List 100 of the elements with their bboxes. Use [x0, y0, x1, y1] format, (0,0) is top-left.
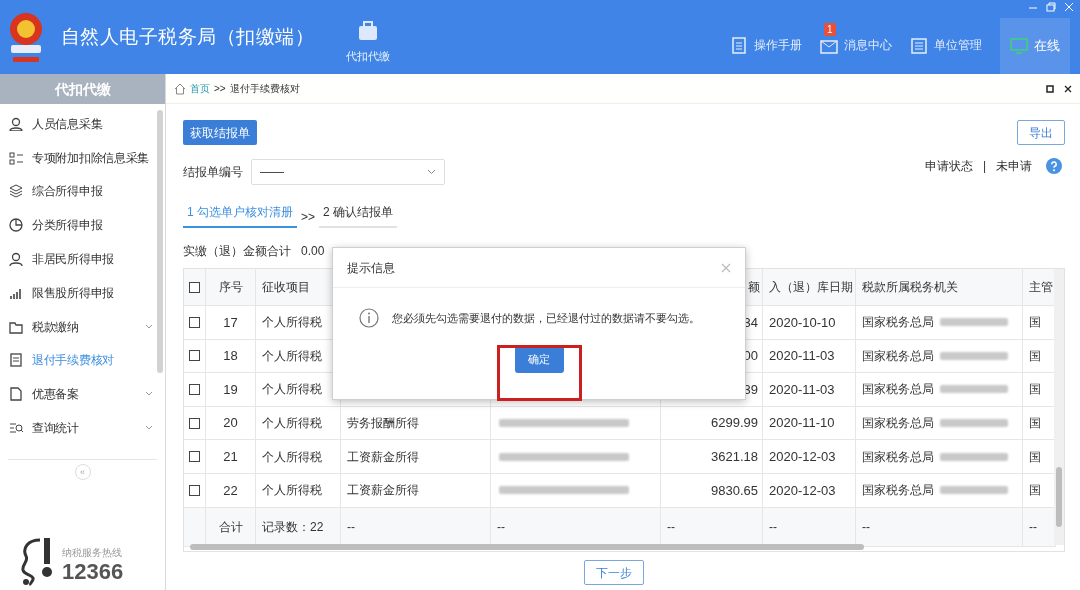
checkbox[interactable]	[189, 484, 200, 496]
table-cell: 9830.65	[661, 473, 763, 508]
table-cell-text: 国家税务总局	[862, 482, 934, 500]
table-cell-text: 国家税务总局	[862, 381, 934, 399]
column-header: 税款所属税务机关	[856, 269, 1023, 306]
table-cell: 2020-12-03	[763, 473, 856, 508]
breadcrumb-current: 退付手续费核对	[229, 82, 300, 96]
step-tab[interactable]: 1 勾选单户核对清册	[183, 203, 297, 228]
person-icon	[9, 116, 23, 131]
status-value: 未申请	[996, 158, 1032, 175]
sidebar-header: 代扣代缴	[0, 74, 165, 104]
table-cell: 2020-12-03	[763, 440, 856, 474]
checkbox[interactable]	[189, 384, 200, 395]
table-cell: --	[661, 507, 763, 547]
table-cell: 21	[206, 440, 256, 474]
restore-icon[interactable]	[1046, 2, 1056, 12]
table-cell: 劳务报酬所得	[341, 406, 491, 441]
column-header: 主管	[1023, 269, 1056, 306]
chevron-icon	[427, 169, 436, 175]
search-list-icon	[9, 421, 23, 436]
blurred-text	[940, 452, 1008, 461]
hotline-caption: 纳税服务热线	[62, 545, 123, 560]
table-cell: 20	[206, 406, 256, 441]
table-cell-text: 国家税务总局	[862, 314, 934, 332]
maximize-icon[interactable]	[1046, 84, 1054, 93]
notification-badge: 1	[824, 23, 836, 36]
sidebar-item[interactable]: 人员信息采集	[0, 107, 157, 141]
document-icon	[9, 353, 23, 368]
table-cell: 6299.99	[661, 406, 763, 441]
table-cell: 工资薪金所得	[341, 473, 491, 508]
table-cell: 2020-11-03	[763, 339, 856, 374]
home-link[interactable]: 首页	[190, 81, 210, 96]
pie-chart-icon	[9, 218, 23, 233]
blurred-text	[940, 351, 1008, 360]
header-link[interactable]: 操作手册	[730, 36, 802, 54]
table-cell: 2020-10-10	[763, 306, 856, 340]
table-cell: 2020-11-03	[763, 373, 856, 407]
checkbox[interactable]	[189, 451, 200, 463]
home-icon	[174, 82, 186, 95]
hotline-number: 12366	[62, 559, 124, 584]
table-cell: 工资薪金所得	[341, 440, 491, 474]
table-cell: 2020-11-10	[763, 406, 856, 441]
info-icon	[359, 308, 379, 328]
checkbox[interactable]	[189, 316, 200, 328]
table-cell: 3621.18	[661, 440, 763, 474]
table-cell: --	[341, 507, 491, 547]
sidebar-item[interactable]: 专项附加扣除信息采集	[0, 140, 157, 175]
table-cell-text: 国家税务总局	[862, 448, 934, 466]
table-cell: 个人所得税	[256, 440, 341, 474]
report-number-select[interactable]: ——	[251, 159, 445, 185]
list-icon	[9, 150, 23, 165]
table-cell: 18	[206, 339, 256, 374]
document-icon	[9, 387, 23, 402]
sidebar-item[interactable]: 限售股所得申报	[0, 276, 157, 310]
checkbox[interactable]	[189, 350, 200, 362]
checkbox[interactable]	[189, 417, 200, 429]
close-icon[interactable]	[1064, 84, 1072, 93]
blurred-text	[940, 486, 1008, 495]
sidebar-item[interactable]: 综合所得申报	[0, 174, 157, 209]
breadcrumb-separator: >>	[214, 82, 226, 96]
monitor-icon	[1010, 38, 1028, 54]
folder-icon	[9, 319, 23, 334]
horizontal-scrollbar[interactable]	[190, 544, 864, 550]
scrollbar[interactable]	[157, 110, 163, 373]
manual-icon	[730, 36, 748, 54]
table-cell-text: 国家税务总局	[862, 347, 934, 365]
sidebar-item[interactable]: 优惠备案	[0, 377, 157, 412]
sidebar-item[interactable]: 查询统计	[0, 411, 157, 445]
table-cell: --	[491, 507, 661, 547]
export-button[interactable]: 导出	[1017, 120, 1065, 145]
confirm-button[interactable]: 确定	[514, 346, 564, 373]
vertical-scrollbar[interactable]	[1056, 467, 1062, 527]
status-separator: |	[982, 158, 986, 175]
table-cell-text: 国家税务总局	[862, 415, 934, 433]
table-cell: 合计	[206, 507, 256, 547]
blurred-text	[940, 318, 1008, 327]
sidebar-item[interactable]: 非居民所得申报	[0, 242, 157, 276]
step-separator: >>	[301, 209, 316, 226]
total-label: 实缴（退）金额合计	[183, 243, 291, 260]
list-icon	[910, 36, 928, 54]
next-button[interactable]: 下一步	[584, 560, 644, 585]
sidebar-item[interactable]: 分类所得申报	[0, 208, 157, 243]
step-tab[interactable]: 2 确认结报单	[319, 203, 398, 228]
header-link[interactable]: 消息中心	[820, 36, 892, 54]
checkbox[interactable]	[189, 281, 200, 293]
fetch-button[interactable]: 获取结报单	[183, 120, 257, 145]
person-icon	[9, 252, 23, 267]
table-cell: 记录数：22	[256, 507, 341, 547]
table-cell: 17	[206, 306, 256, 340]
blurred-text	[940, 419, 1008, 428]
sidebar-item[interactable]: 税款缴纳	[0, 309, 157, 344]
table-cell: --	[856, 507, 1023, 547]
nav-tab[interactable]: 代扣代缴	[346, 9, 391, 65]
dialog-title: 提示信息	[347, 259, 396, 277]
blurred-text	[940, 385, 1008, 394]
sidebar-item[interactable]: 退付手续费核对	[0, 343, 157, 378]
layers-icon	[9, 184, 23, 199]
help-icon	[1046, 158, 1062, 174]
header-link[interactable]: 单位管理	[910, 36, 982, 54]
online-status: 在线	[1000, 18, 1070, 74]
